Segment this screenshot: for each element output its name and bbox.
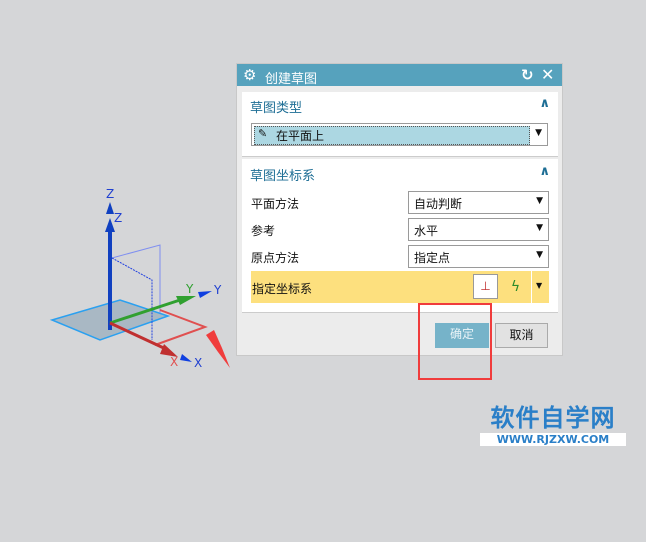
z-label: Z bbox=[114, 211, 122, 225]
plane-sketch-icon: ✎ bbox=[258, 127, 268, 140]
red-arrow-annotation bbox=[206, 330, 230, 368]
plane-method-label: 平面方法 bbox=[251, 197, 300, 211]
csys-dialog-button[interactable]: ⊥ bbox=[473, 274, 498, 299]
reference-label: 参考 bbox=[251, 224, 276, 238]
origin-method-label: 原点方法 bbox=[251, 251, 300, 265]
x-axis bbox=[109, 321, 169, 352]
reference-dropdown[interactable]: 水平 ▼ bbox=[408, 218, 549, 241]
cancel-button[interactable]: 取消 bbox=[495, 323, 548, 348]
selected-value: 指定点 bbox=[414, 251, 451, 265]
chevron-down-icon[interactable]: ▼ bbox=[536, 281, 542, 290]
y-label: Y bbox=[213, 283, 222, 297]
section-header: 草图类型 bbox=[250, 101, 303, 116]
watermark: 软件自学网 WWW.RJZXW.COM bbox=[480, 398, 626, 446]
selected-value: 在平面上 bbox=[276, 129, 325, 143]
sketch-type-section: 草图类型 ∧ ✎ 在平面上 ▼ bbox=[242, 92, 558, 157]
reset-icon[interactable]: ↻ bbox=[521, 66, 534, 84]
highlight-box-annotation bbox=[418, 303, 492, 380]
specify-csys-label: 指定坐标系 bbox=[252, 282, 313, 296]
create-sketch-dialog: ⚙ 创建草图 ↻ ✕ 草图类型 ∧ ✎ 在平面上 ▼ 草图坐标系 ∧ 平面方法 … bbox=[236, 63, 563, 356]
lightning-csys-icon: ϟ bbox=[510, 279, 521, 295]
y-arrow-icon bbox=[198, 291, 212, 298]
plane-method-dropdown[interactable]: 自动判断 ▼ bbox=[408, 191, 549, 214]
inferred-csys-button[interactable]: ϟ bbox=[500, 271, 532, 303]
settings-icon[interactable]: ⚙ bbox=[243, 66, 256, 84]
section-header: 草图坐标系 bbox=[250, 169, 316, 184]
chevron-down-icon: ▼ bbox=[536, 223, 543, 233]
collapse-icon[interactable]: ∧ bbox=[539, 96, 550, 111]
sketch-csys-section: 草图坐标系 ∧ 平面方法 自动判断 ▼ 参考 水平 ▼ 原点方法 指定点 ▼ 指定坐标… bbox=[242, 159, 558, 313]
close-icon[interactable]: ✕ bbox=[541, 65, 554, 84]
csys-icon: ⊥ bbox=[480, 279, 491, 293]
watermark-url: WWW.RJZXW.COM bbox=[480, 433, 626, 446]
dialog-title-bar[interactable]: ⚙ 创建草图 ↻ ✕ bbox=[237, 64, 562, 87]
y-arrow-icon bbox=[176, 296, 196, 305]
specify-csys-row[interactable]: 指定坐标系 ⊥ ϟ ▼ bbox=[251, 271, 549, 303]
y-label: Y bbox=[185, 282, 194, 296]
selected-value: 水平 bbox=[414, 224, 439, 238]
chevron-down-icon: ▼ bbox=[536, 196, 543, 206]
watermark-title: 软件自学网 bbox=[490, 404, 616, 432]
sketch-type-dropdown[interactable]: ✎ 在平面上 ▼ bbox=[251, 123, 548, 146]
chevron-down-icon: ▼ bbox=[535, 128, 542, 138]
z-label: Z bbox=[106, 187, 114, 201]
collapse-icon[interactable]: ∧ bbox=[539, 164, 550, 179]
dialog-title: 创建草图 bbox=[265, 72, 318, 87]
chevron-down-icon: ▼ bbox=[536, 250, 543, 260]
x-label: X bbox=[170, 355, 178, 369]
origin-method-dropdown[interactable]: 指定点 ▼ bbox=[408, 245, 549, 268]
selected-value: 自动判断 bbox=[414, 197, 463, 211]
z-arrow-icon bbox=[106, 202, 114, 214]
x-arrow-icon bbox=[180, 354, 192, 362]
x-label: X bbox=[194, 356, 202, 370]
